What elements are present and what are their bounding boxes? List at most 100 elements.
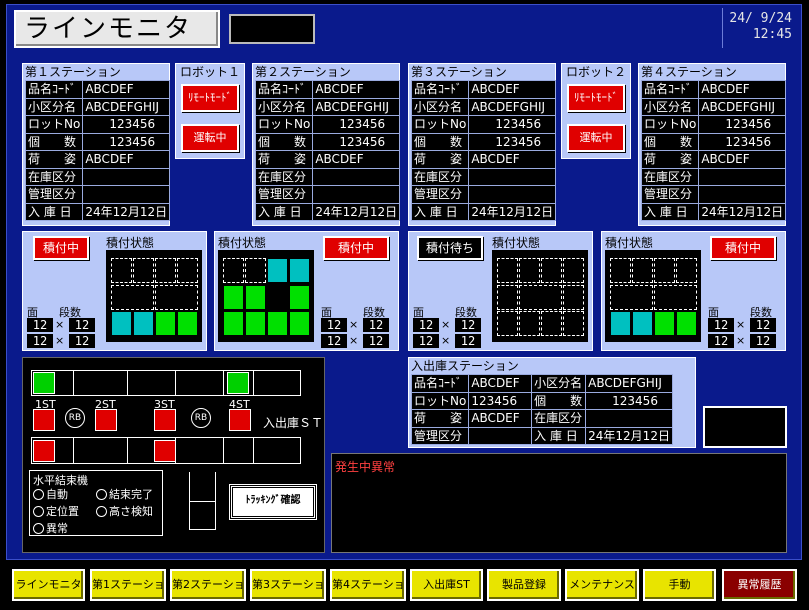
legend-box: 水平結束機 自動 結束完了 定位置 高さ検知 異常 <box>29 470 163 536</box>
stacking-4-grid <box>605 250 701 342</box>
row-label: 管理区分 <box>410 185 470 204</box>
table-row: 荷 姿 ABCDEF <box>640 150 787 169</box>
legend-label: 定位置 <box>46 505 79 518</box>
row-label: ロットNo <box>24 115 84 134</box>
nav-station-1-button[interactable]: 第1ステーション <box>90 569 176 601</box>
row-value: ABCDEF <box>82 150 171 169</box>
row-value: 123456 <box>698 132 787 151</box>
faces-value: 12 <box>321 334 347 348</box>
table-row: 荷 姿 ABCDEF <box>24 150 171 169</box>
station-3-cell[interactable] <box>154 409 176 431</box>
pallet-cell <box>289 285 310 310</box>
table-row: 品名ｺｰﾄﾞ ABCDEF <box>24 80 171 99</box>
row-label: 管理区分 <box>640 185 700 204</box>
stacking-2-status-button[interactable]: 積付中 <box>323 236 389 260</box>
table-row: 品名ｺｰﾄﾞ ABCDEF <box>640 80 787 99</box>
conveyor-line <box>31 395 301 396</box>
pallet-cell <box>610 258 631 283</box>
faces-value: 12 <box>27 318 53 332</box>
tracking-confirm-button[interactable]: ﾄﾗｯｷﾝｸﾞ確認 <box>229 484 317 520</box>
conveyor-line <box>300 437 301 464</box>
status-circle-icon <box>33 523 44 534</box>
row-label: 入 庫 日 <box>254 202 314 221</box>
pallet-cell <box>155 258 176 283</box>
station-1-title: 第１ステーション <box>25 65 121 79</box>
status-circle-icon <box>33 489 44 500</box>
nav-station-4-button[interactable]: 第4ステーション <box>330 569 416 601</box>
robot-2-running-button[interactable]: 運転中 <box>567 124 625 152</box>
line-layout-diagram: 1ST 2ST 3ST 4ST RB RB 入出庫ＳＴ 水平結束機 自動 結束完… <box>22 357 325 553</box>
nav-maintenance-button[interactable]: メンテナンス <box>565 569 639 601</box>
row-label: 荷 姿 <box>24 150 84 169</box>
stacking-2-title: 積付状態 <box>218 236 267 250</box>
nav-line-monitor-button[interactable]: ラインモニタ <box>12 569 85 601</box>
stacking-4-title: 積付状態 <box>605 236 654 250</box>
row-value: ABCDEF <box>468 80 557 99</box>
station-2-cell[interactable] <box>95 409 117 431</box>
row-label: 品名ｺｰﾄﾞ <box>410 80 470 99</box>
faces-value: 12 <box>708 334 734 348</box>
row-label: 入 庫 日 <box>24 202 84 221</box>
table-row: 個 数 123456 <box>24 132 171 151</box>
nav-station-2-button[interactable]: 第2ステーション <box>170 569 256 601</box>
row-value: 123456 <box>468 115 557 134</box>
pallet-cell <box>563 285 584 310</box>
pallet-cell <box>223 258 244 283</box>
nav-error-history-button[interactable]: 異常履歴 <box>722 569 797 601</box>
table-row: 個 数 123456 <box>410 132 557 151</box>
stacking-3-status-button[interactable]: 積付待ち <box>417 236 483 260</box>
conveyor-line <box>31 463 301 464</box>
station-3-table: 品名ｺｰﾄﾞ ABCDEF 小区分名 ABCDEFGHIJ ロットNo 123456 … <box>410 80 557 221</box>
row-value: 24年12月12日 <box>82 202 171 221</box>
io-station-label: 入出庫ＳＴ <box>263 416 324 430</box>
nav-io-station-button[interactable]: 入出庫ST <box>410 569 483 601</box>
legend-label: 高さ検知 <box>109 505 153 518</box>
pallet-cell <box>267 311 288 336</box>
pallet-cell <box>676 311 697 336</box>
row-value <box>698 185 787 204</box>
row-label: 個 数 <box>24 132 84 151</box>
robot-1-running-button[interactable]: 運転中 <box>181 124 239 152</box>
multiply-sign: × <box>441 318 451 331</box>
stacking-4-status-button[interactable]: 積付中 <box>710 236 776 260</box>
pallet-cell <box>519 258 540 283</box>
station-4-panel: 第４ステーション 品名ｺｰﾄﾞ ABCDEF 小区分名 ABCDEFGHIJ ロット… <box>638 63 787 226</box>
pallet-cell <box>245 285 266 310</box>
pallet-cell <box>541 311 562 336</box>
stacking-1-grid <box>106 250 202 342</box>
multiply-sign: × <box>441 334 451 347</box>
row-value: 123456 <box>468 391 533 410</box>
status-circle-icon <box>33 506 44 517</box>
stacking-1-status-button[interactable]: 積付中 <box>33 236 89 260</box>
multiply-sign: × <box>55 318 65 331</box>
table-row: 在庫区分 <box>640 167 787 186</box>
row-value: 24年12月12日 <box>312 202 401 221</box>
row-label: ロットNo <box>254 115 314 134</box>
pallet-cell <box>223 311 244 336</box>
row-label: 個 数 <box>640 132 700 151</box>
nav-manual-button[interactable]: 手動 <box>643 569 716 601</box>
pallet-cell <box>519 311 540 336</box>
io-display-box <box>703 406 787 448</box>
pallet-cell <box>267 258 288 283</box>
row-label: 在庫区分 <box>24 167 84 186</box>
nav-product-registration-button[interactable]: 製品登録 <box>487 569 561 601</box>
robot-2-remote-mode-button[interactable]: ﾘﾓｰﾄﾓｰﾄﾞ <box>567 84 625 112</box>
legend-height: 高さ検知 <box>96 503 153 519</box>
table-row: 荷 姿 ABCDEF <box>410 150 557 169</box>
pallet-cell <box>497 311 518 336</box>
table-row: ロットNo 123456 <box>640 115 787 134</box>
row-label: 在庫区分 <box>254 167 314 186</box>
pallet-cell <box>177 258 198 283</box>
robot-1-title: ロボット１ <box>179 65 240 79</box>
station-1-cell[interactable] <box>33 409 55 431</box>
robot-1-remote-mode-button[interactable]: ﾘﾓｰﾄﾓｰﾄﾞ <box>181 84 239 112</box>
row-label: 小区分名 <box>254 97 314 116</box>
nav-station-3-button[interactable]: 第3ステーション <box>250 569 336 601</box>
tiers-value: 12 <box>455 334 481 348</box>
station-4-cell[interactable] <box>229 409 251 431</box>
stacking-3-title: 積付状態 <box>492 236 541 250</box>
row-value: 24年12月12日 <box>698 202 787 221</box>
stacking-2-grid <box>218 250 314 342</box>
status-circle-icon <box>96 489 107 500</box>
